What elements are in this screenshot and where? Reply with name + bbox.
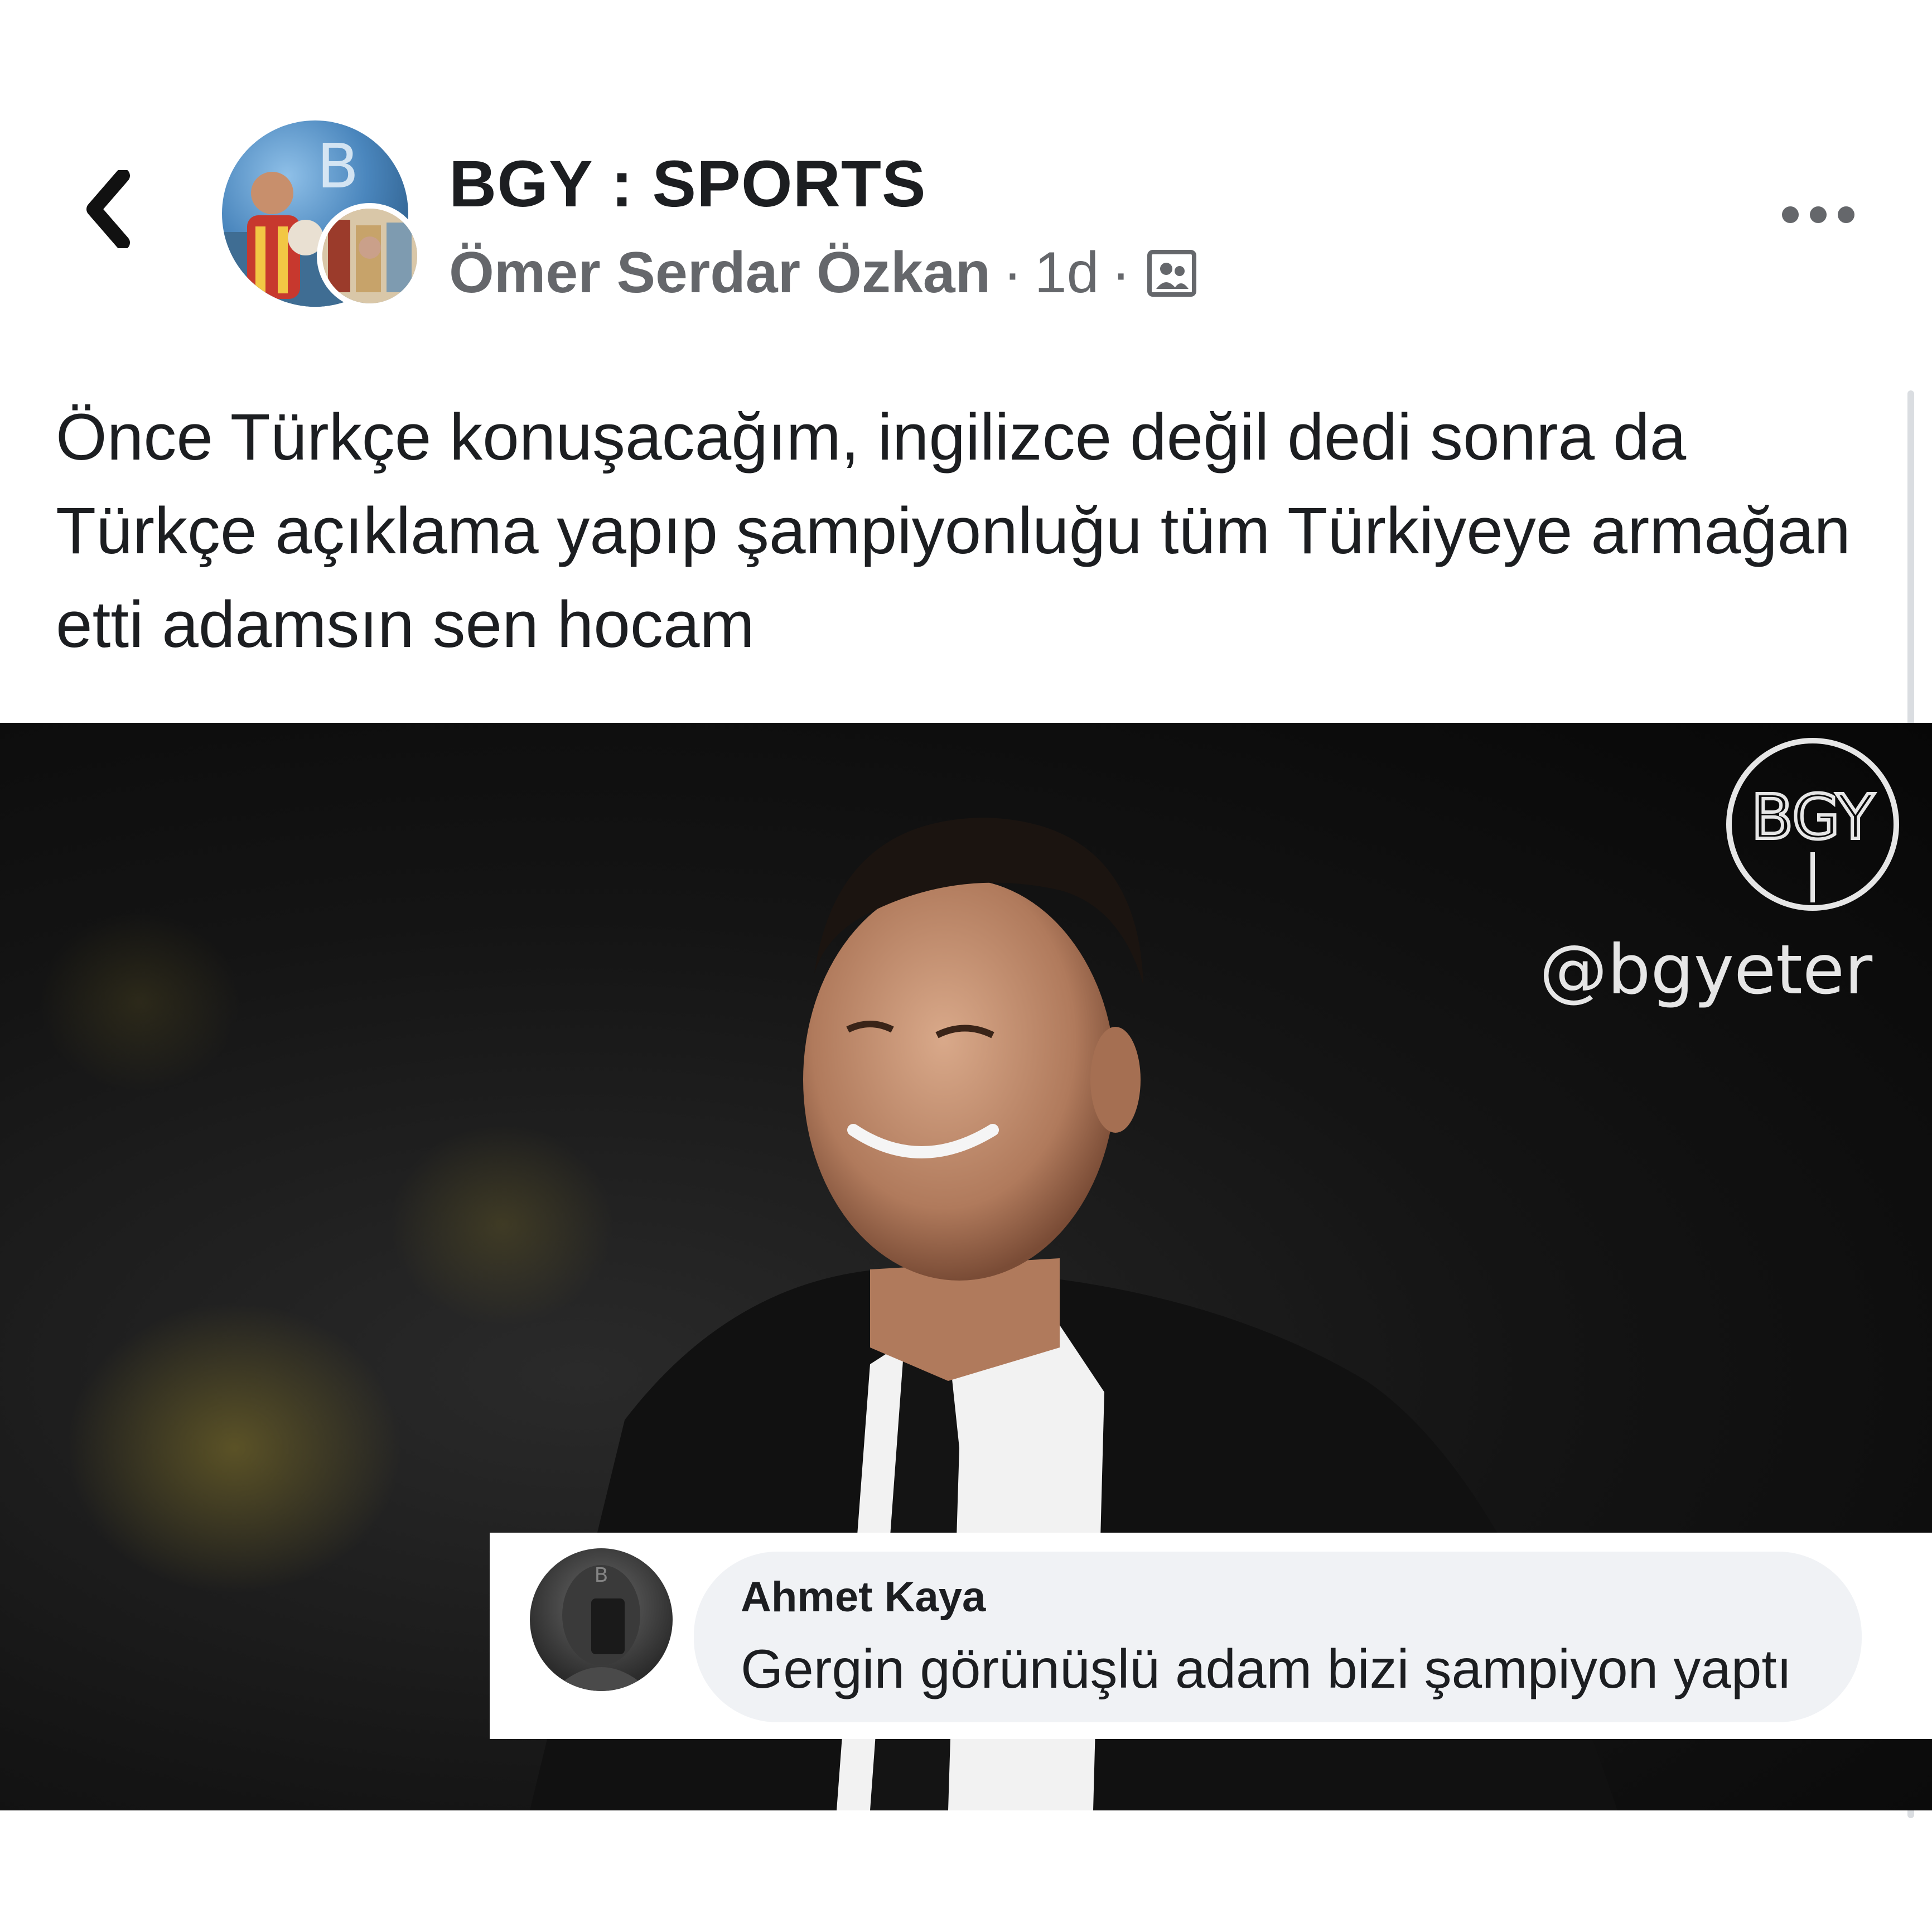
page-name[interactable]: BGY : SPORTS — [449, 146, 926, 222]
meta-separator: · — [1003, 240, 1022, 305]
post-text: Önce Türkçe konuşacağım, ingilizce değil… — [56, 400, 1851, 661]
bgy-logo-icon: BGY — [1726, 738, 1899, 911]
comment-author[interactable]: Ahmet Kaya — [741, 1573, 986, 1621]
post-header: B BGY : SPORTS Ömer Serdar Özkan · 1d · — [0, 0, 1932, 357]
post-time[interactable]: 1d — [1035, 240, 1099, 306]
svg-text:B: B — [317, 131, 359, 202]
comment-card: B Ahmet Kaya Gergin görünüşlü adam bizi … — [490, 1533, 1932, 1739]
author-avatar[interactable] — [317, 203, 423, 309]
more-options-button[interactable] — [1774, 190, 1863, 240]
comment-text: Gergin görünüşlü adam bizi şampiyon yapt… — [741, 1638, 1792, 1699]
more-dots-icon — [1782, 206, 1854, 223]
meta-separator: · — [1111, 240, 1131, 305]
watermark-logo-text: BGY — [1751, 781, 1875, 853]
watermark-handle: @bgyeter — [1539, 930, 1873, 1010]
page-avatar-group[interactable]: B — [222, 120, 423, 310]
back-button[interactable] — [67, 162, 151, 257]
svg-text:B: B — [595, 1564, 608, 1587]
post-meta: Ömer Serdar Özkan · 1d · — [449, 240, 1199, 306]
group-icon — [1147, 249, 1197, 297]
chevron-left-icon — [86, 170, 130, 248]
commenter-avatar[interactable]: B — [530, 1548, 673, 1691]
author-name[interactable]: Ömer Serdar Özkan — [449, 240, 991, 306]
